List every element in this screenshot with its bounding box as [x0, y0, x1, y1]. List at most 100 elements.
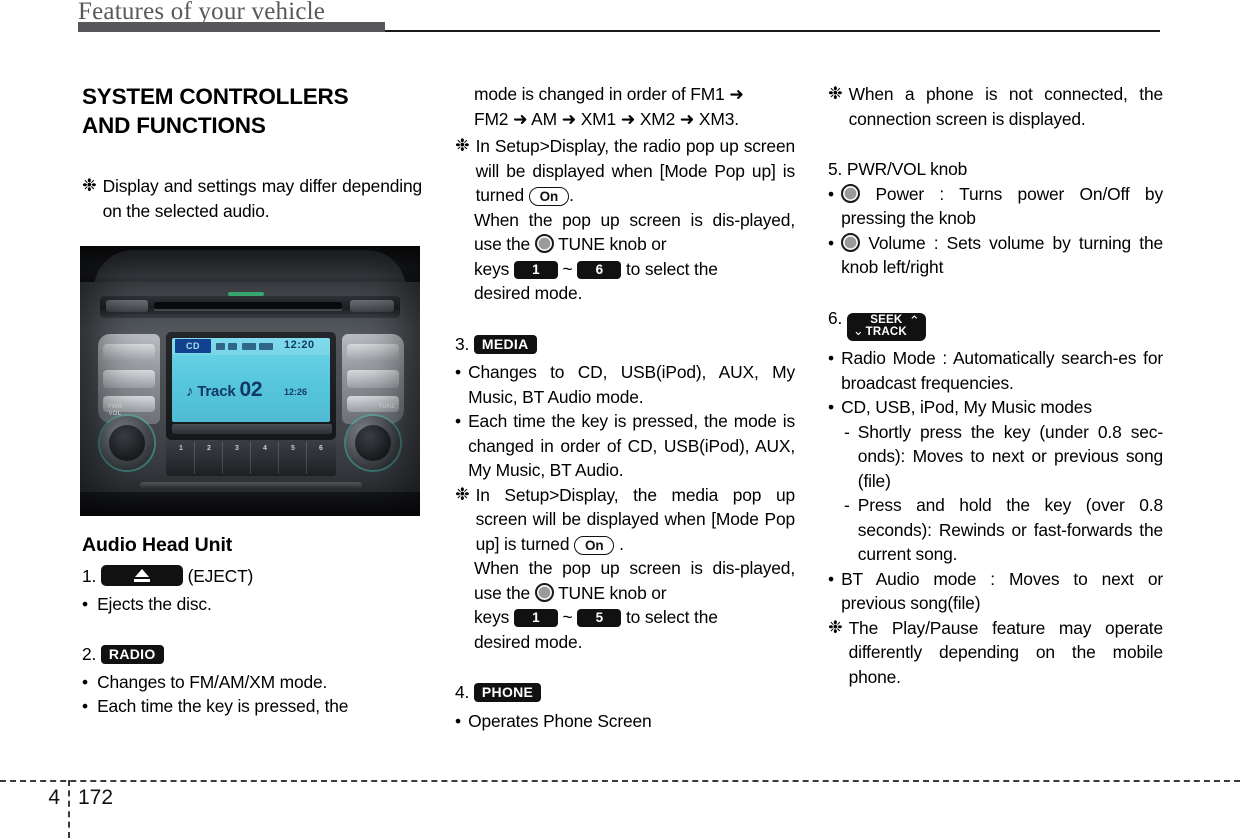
item-4-bullet-1-text: Operates Phone Screen: [468, 710, 652, 731]
section-title-line-2: AND FUNCTIONS: [82, 113, 266, 138]
radio-popup-note: ❉ In Setup>Display, the radio pop up scr…: [455, 134, 795, 208]
seek-label: SEEK: [870, 314, 903, 327]
item-6-number: 6.: [828, 307, 843, 328]
phone-not-connected-note-text: When a phone is not connected, the conne…: [848, 84, 1164, 129]
media-popup-keys-line: keys 1 ~ 5 to select the: [474, 605, 795, 630]
lcd-source-tag-text: CD: [186, 341, 200, 351]
header-rule: [385, 30, 1160, 32]
footer-vertical-divider: [68, 780, 70, 838]
left-column: SYSTEM CONTROLLERS AND FUNCTIONS ❉ Displ…: [82, 82, 422, 223]
mode-popup-on-pill[interactable]: On: [528, 187, 570, 206]
chevron-up-icon: ⌃: [908, 314, 920, 330]
lcd-source-tag: CD: [175, 339, 211, 353]
photo-base-shadow: [80, 492, 420, 516]
radio-popup-keys-line: keys 1 ~ 6 to select the: [474, 257, 795, 282]
item-6-bullet-1: • Radio Mode : Automatically search-es f…: [828, 346, 1163, 395]
asterisk-icon: ❉: [455, 136, 470, 156]
header-accent-bar: [78, 22, 385, 32]
item-4-number: 4.: [455, 682, 470, 702]
phone-not-connected-note: ❉ When a phone is not connected, the con…: [828, 82, 1163, 131]
photo-preset-1: 1: [179, 445, 183, 452]
radio-mode-continued-line-1: mode is changed in order of FM1 ➜: [474, 84, 744, 104]
media-popup-sub-text-2: desired mode.: [474, 631, 583, 652]
key-badge-1[interactable]: 1: [513, 260, 558, 279]
item-1-bullet-1-text: Ejects the disc.: [97, 593, 212, 614]
photo-pwr-vol-knob-label: PWR VOL: [107, 404, 123, 417]
key-badge-6[interactable]: 6: [577, 260, 622, 279]
tune-knob-icon: [534, 582, 554, 602]
radio-mode-continued-line-2: FM2 ➜ AM ➜ XM1 ➜ XM2 ➜ XM3.: [474, 108, 739, 129]
media-popup-keys-tail: to select the: [625, 607, 718, 627]
play-pause-note: ❉ The Play/Pause feature may operate dif…: [828, 616, 1163, 690]
photo-preset-3: 3: [235, 445, 239, 452]
seek-track-badge[interactable]: ⌄SEEK TRACK⌃: [846, 313, 926, 342]
item-6-bullet-3-text: BT Audio mode : Moves to next or previou…: [841, 568, 1163, 614]
asterisk-icon: ❉: [455, 484, 470, 505]
lcd-status-icon-3: [242, 343, 256, 350]
item-4-bullet-1: • Operates Phone Screen: [455, 709, 795, 734]
item-6-bullet-3: • BT Audio mode : Moves to next or previ…: [828, 567, 1163, 616]
lcd-status-icon-1: [216, 343, 225, 350]
chevron-down-icon: ⌄: [852, 324, 864, 340]
phone-badge[interactable]: PHONE: [473, 683, 542, 702]
eject-badge-icon: [100, 565, 183, 586]
volume-knob-icon: [841, 232, 861, 252]
key-badge-5[interactable]: 5: [577, 609, 622, 627]
item-2-bullet-1-text: Changes to FM/AM/XM mode.: [97, 671, 328, 692]
item-6-bullet-1-text: Radio Mode : Automatically search-es for…: [841, 348, 1163, 393]
audio-head-unit-heading: Audio Head Unit: [82, 534, 233, 556]
item-5-bullet-2-text: Volume : Sets volume by turning the knob…: [834, 231, 1163, 280]
item-2-bullet-1: • Changes to FM/AM/XM mode.: [82, 670, 422, 695]
item-5-bullet-2: • Volume : Sets volume by turning the kn…: [828, 231, 1163, 280]
photo-eject-button: [106, 300, 148, 312]
item-1-bullet-1: • Ejects the disc.: [82, 592, 422, 617]
item-5-bullet-1-text: Power : Turns power On/Off by pressing t…: [834, 182, 1163, 231]
photo-disp-button: [350, 300, 394, 312]
item-1-line: 1. (EJECT): [82, 564, 422, 589]
media-popup-sub-text-1: When the pop up screen is dis-played, us…: [474, 556, 795, 605]
photo-pwr-vol-knob: PWR VOL: [100, 404, 154, 470]
radio-badge[interactable]: RADIO: [100, 645, 164, 664]
track-label: TRACK: [865, 325, 907, 338]
radio-popup-note-text-after: .: [569, 185, 574, 205]
item-3-bullet-2: • Each time the key is pressed, the mode…: [455, 409, 795, 483]
chapter-number: 4: [48, 786, 60, 809]
item-6-subbullet-1-text: Shortly press the key (under 0.8 sec-ond…: [857, 421, 1163, 491]
seek-track-badge-label: SEEK TRACK: [866, 315, 907, 338]
media-popup-note-text-after: .: [619, 533, 624, 554]
lcd-track-number: 02: [239, 378, 263, 401]
photo-screen-shelf: [172, 424, 332, 434]
lcd-status-icon-4: [259, 343, 273, 350]
section-title-line-1: SYSTEM CONTROLLERS: [82, 84, 349, 109]
item-3-bullet-1-text: Changes to CD, USB(iPod), AUX, My Music,…: [468, 362, 795, 407]
photo-bottom-lip: [140, 482, 362, 489]
media-popup-note-text: In Setup>Display, the media pop up scree…: [470, 483, 795, 557]
item-6-line: 6. ⌄SEEK TRACK⌃: [828, 306, 1163, 342]
media-popup-knob-label: TUNE knob or: [558, 582, 667, 603]
photo-cd-slot: [154, 302, 342, 309]
photo-tune-knob: TUNE: [346, 404, 400, 470]
photo-tune-knob-label: TUNE: [378, 404, 396, 410]
media-badge[interactable]: MEDIA: [473, 334, 537, 354]
key-badge-1[interactable]: 1: [513, 609, 558, 627]
mode-popup-on-pill[interactable]: On: [574, 535, 615, 555]
page-header: Features of your vehicle: [0, 0, 1240, 46]
lcd-clock: 12:20: [284, 339, 315, 351]
key-range-tilde: ~: [562, 258, 573, 279]
radio-popup-sub-text-1: When the pop up screen is dis-played, us…: [474, 208, 795, 257]
item-2-bullet-2-text: Each time the key is pressed, the: [97, 696, 349, 716]
left-column-lower: Audio Head Unit 1. (EJECT) • Ejects the …: [82, 533, 422, 719]
right-column: ❉ When a phone is not connected, the con…: [828, 82, 1163, 689]
radio-popup-keys-label: keys: [474, 258, 510, 279]
item-2-line: 2. RADIO: [82, 642, 422, 667]
item-2-bullet-2: • Each time the key is pressed, the: [82, 694, 422, 719]
item-6-bullet-2-text: CD, USB, iPod, My Music modes: [841, 397, 1092, 418]
radio-popup-note-text: In Setup>Display, the radio pop up scree…: [470, 134, 795, 208]
item-5-bullet-2-label: Volume : Sets volume by turning the knob…: [841, 232, 1163, 278]
item-1-number: 1.: [82, 566, 97, 586]
asterisk-icon: ❉: [828, 617, 843, 638]
photo-preset-2: 2: [207, 445, 211, 452]
media-popup-note: ❉ In Setup>Display, the media pop up scr…: [455, 483, 795, 557]
photo-preset-6: 6: [319, 445, 323, 452]
item-3-line: 3. MEDIA: [455, 332, 795, 357]
